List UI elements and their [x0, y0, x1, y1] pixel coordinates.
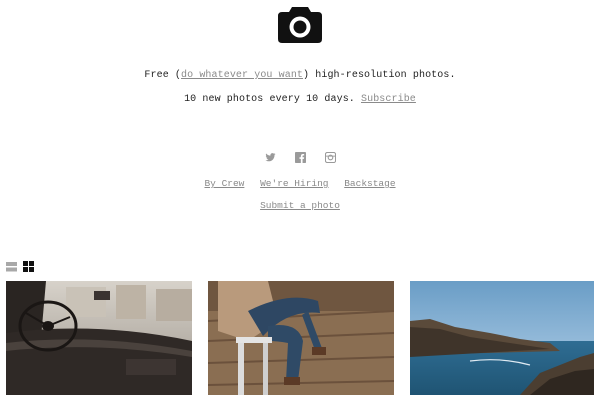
page: Free (do whatever you want) high-resolut…: [0, 0, 600, 395]
list-view-icon[interactable]: [6, 259, 17, 272]
camera-icon[interactable]: [277, 4, 323, 44]
submit-row: Submit a photo: [0, 200, 600, 212]
photo-car-interior[interactable]: [6, 281, 192, 395]
submit-photo-link[interactable]: Submit a photo: [260, 200, 340, 211]
backstage-link[interactable]: Backstage: [344, 178, 395, 189]
grid-view-icon[interactable]: [23, 259, 34, 272]
subscribe-link[interactable]: Subscribe: [361, 94, 416, 105]
schedule-line: 10 new photos every 10 days. Subscribe: [0, 94, 600, 106]
social-links: [0, 150, 600, 164]
tagline-suffix: ) high-resolution photos.: [303, 70, 456, 81]
license-link[interactable]: do whatever you want: [181, 70, 303, 81]
tagline: Free (do whatever you want) high-resolut…: [0, 70, 600, 82]
instagram-icon[interactable]: [324, 150, 336, 164]
schedule-text: 10 new photos every 10 days.: [184, 94, 355, 105]
photo-person-sitting[interactable]: [208, 281, 394, 395]
view-toggle: [6, 259, 34, 272]
photo-grid: [6, 281, 594, 395]
facebook-icon[interactable]: [294, 150, 306, 163]
tagline-prefix: Free (: [144, 70, 182, 81]
hiring-link[interactable]: We're Hiring: [260, 178, 328, 189]
footer-nav: By Crew We're Hiring Backstage: [0, 178, 600, 190]
twitter-icon[interactable]: [264, 150, 276, 162]
photo-coastline[interactable]: [410, 281, 594, 395]
by-crew-link[interactable]: By Crew: [204, 178, 244, 189]
